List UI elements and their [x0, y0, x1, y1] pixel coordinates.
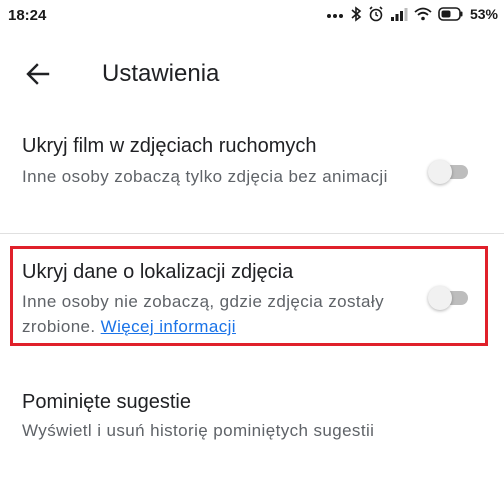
- arrow-back-icon: [25, 61, 51, 92]
- highlight-box: [10, 246, 488, 346]
- setting-title: Ukryj film w zdjęciach ruchomych: [22, 135, 317, 157]
- app-bar: Ustawienia: [0, 38, 504, 110]
- status-icons: 53%: [326, 6, 498, 22]
- divider: [0, 233, 504, 234]
- status-bar: 18:24 53%: [0, 0, 504, 30]
- setting-description: Wyświetl i usuń historię pominiętych sug…: [22, 421, 375, 440]
- battery-icon: [438, 7, 464, 21]
- setting-description: Inne osoby zobaczą tylko zdjęcia bez ani…: [22, 167, 388, 186]
- more-dots-icon: [326, 7, 344, 21]
- wifi-icon: [414, 7, 432, 21]
- status-time: 18:24: [8, 7, 47, 24]
- alarm-icon: [368, 6, 384, 22]
- settings-screen: 18:24 53% Ustawienia Ukryj film w zdjęci…: [0, 0, 504, 480]
- bluetooth-icon: [350, 6, 362, 22]
- setting-hide-motion-video[interactable]: Ukryj film w zdjęciach ruchomych Inne os…: [0, 120, 504, 232]
- toggle-thumb: [428, 160, 452, 184]
- hide-motion-video-toggle[interactable]: [428, 160, 468, 184]
- signal-icon: [390, 7, 408, 21]
- battery-percent: 53%: [469, 6, 498, 22]
- page-title: Ustawienia: [102, 60, 220, 87]
- setting-title: Pominięte sugestie: [22, 391, 191, 413]
- setting-dismissed-suggestions[interactable]: Pominięte sugestie Wyświetl i usuń histo…: [0, 382, 504, 452]
- back-button[interactable]: [22, 60, 54, 92]
